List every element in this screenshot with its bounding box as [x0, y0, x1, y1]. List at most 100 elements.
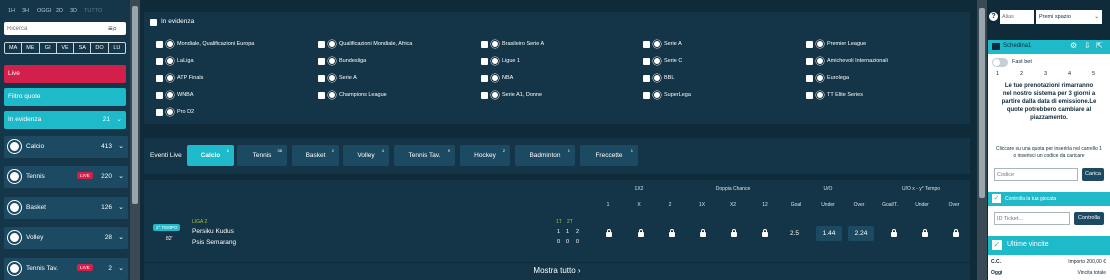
featured-item[interactable]: Qualificazioni Mondiale, Africa [318, 40, 412, 48]
featured-item-checkbox[interactable] [806, 74, 813, 82]
featured-item-checkbox[interactable] [481, 91, 488, 99]
filter-tutto[interactable]: TUTTO [84, 8, 102, 14]
soccer-ball-icon [8, 140, 21, 153]
featured-item-checkbox[interactable] [318, 57, 325, 65]
help-icon[interactable]: ? [989, 12, 998, 21]
featured-item-checkbox[interactable] [481, 40, 488, 48]
filter-3d[interactable]: 3D [70, 8, 77, 14]
featured-checkbox[interactable] [150, 19, 157, 26]
featured-item[interactable]: LaLiga [156, 57, 194, 65]
featured-item-checkbox[interactable] [806, 57, 813, 65]
sport-item-tennis[interactable]: Tennis LIVE 220 ⌄ [4, 166, 128, 188]
tab-freccette[interactable]: Freccette 1 [580, 145, 638, 166]
pin-icon[interactable]: ⇩ [1084, 41, 1091, 50]
featured-item[interactable]: SuperLega [643, 91, 691, 99]
featured-item[interactable]: Premier League [806, 40, 866, 48]
alias-input[interactable] [1000, 10, 1034, 24]
featured-item[interactable]: Eurolega [806, 74, 849, 82]
gear-icon[interactable]: ⚙ [1070, 41, 1077, 50]
live-button[interactable]: Live [4, 65, 126, 83]
featured-item[interactable]: NBA [481, 74, 513, 82]
day-do[interactable]: DO [91, 43, 109, 53]
featured-item[interactable]: Serie C [643, 57, 682, 65]
featured-item-checkbox[interactable] [318, 40, 325, 48]
codice-input[interactable] [994, 168, 1078, 181]
featured-item-checkbox[interactable] [806, 91, 813, 99]
featured-item[interactable]: Amichevoli Internazionali [806, 57, 888, 65]
featured-item-checkbox[interactable] [156, 108, 163, 116]
featured-item[interactable]: Serie A1, Donne [481, 91, 542, 99]
step-3[interactable]: 3 [1044, 71, 1047, 77]
sidebar-scrollbar[interactable] [130, 0, 140, 280]
featured-item-checkbox[interactable] [643, 40, 650, 48]
step-5[interactable]: 5 [1092, 71, 1095, 77]
filter-2d[interactable]: 2D [56, 8, 63, 14]
sport-item-calcio[interactable]: Calcio 413 ⌄ [4, 136, 128, 158]
day-sa[interactable]: SA [74, 43, 92, 53]
in-evidenza-button[interactable]: In evidenza 21 ⌄ [4, 111, 126, 129]
featured-item-checkbox[interactable] [156, 57, 163, 65]
day-ma[interactable]: MA [5, 43, 23, 53]
odd-over[interactable]: 2.24 [848, 226, 874, 241]
tab-tennis-tav[interactable]: Tennis Tav. 9 [394, 145, 455, 166]
featured-item[interactable]: TT Elite Series [806, 91, 863, 99]
featured-item-checkbox[interactable] [156, 91, 163, 99]
tab-badminton[interactable]: Badminton 1 [515, 145, 575, 166]
filtro-quote-button[interactable]: Filtro quote [4, 88, 126, 106]
featured-item[interactable]: ATP Finals [156, 74, 203, 82]
fast-bet-toggle[interactable] [992, 58, 1008, 67]
away-team[interactable]: Psis Semarang [192, 239, 236, 246]
featured-item[interactable]: Mondiale, Qualificazioni Europa [156, 40, 254, 48]
day-ve[interactable]: VE [57, 43, 75, 53]
step-4[interactable]: 4 [1068, 71, 1071, 77]
step-2[interactable]: 2 [1020, 71, 1023, 77]
search-icon[interactable]: ≡⌕ [108, 24, 122, 33]
sport-item-tennis-tav[interactable]: Tennis Tav. LIVE 2 ⌄ [4, 258, 128, 280]
featured-item-checkbox[interactable] [318, 74, 325, 82]
sport-item-basket[interactable]: Basket 126 ⌄ [4, 197, 128, 219]
featured-item-checkbox[interactable] [481, 57, 488, 65]
featured-item-checkbox[interactable] [643, 57, 650, 65]
expand-icon[interactable]: ⇱ [1096, 41, 1103, 50]
featured-item[interactable]: Brasileiro Serie A [481, 40, 544, 48]
featured-item-checkbox[interactable] [156, 40, 163, 48]
day-gi[interactable]: GI [40, 43, 57, 53]
search-input[interactable] [4, 22, 104, 35]
featured-item[interactable]: Pro D2 [156, 108, 194, 116]
odd-under[interactable]: 1.44 [816, 226, 842, 241]
tab-volley[interactable]: Volley 4 [343, 145, 389, 166]
ultime-vincite-body: C.C. Importo 200,00 € Oggi Vincita total… [988, 255, 1110, 280]
day-me[interactable]: ME [22, 43, 40, 53]
featured-item-checkbox[interactable] [318, 91, 325, 99]
tab-basket[interactable]: Basket 2 [292, 145, 339, 166]
ticket-id-input[interactable] [994, 212, 1070, 225]
carica-button[interactable]: Carica [1082, 168, 1104, 181]
premi-spazio-select[interactable]: Premi spazio ⌄ [1036, 10, 1102, 24]
mostra-tutto-button[interactable]: Mostra tutto › [144, 262, 970, 280]
filter-oggi[interactable]: OGGI [37, 8, 51, 14]
featured-item[interactable]: Champions League [318, 91, 387, 99]
tab-hockey[interactable]: Hockey 2 [460, 145, 510, 166]
featured-item-checkbox[interactable] [806, 40, 813, 48]
scrollbar-thumb[interactable] [132, 6, 138, 204]
day-lu[interactable]: LU [109, 43, 125, 53]
featured-item[interactable]: Bundesliga [318, 57, 366, 65]
tab-calcio[interactable]: Calcio 1 [187, 145, 234, 166]
featured-item-checkbox[interactable] [643, 74, 650, 82]
featured-item-checkbox[interactable] [643, 91, 650, 99]
featured-item-checkbox[interactable] [156, 74, 163, 82]
featured-item-checkbox[interactable] [481, 74, 488, 82]
step-1[interactable]: 1 [996, 71, 999, 77]
filter-3h[interactable]: 3H [22, 8, 29, 14]
featured-item[interactable]: Serie A [318, 74, 357, 82]
featured-item[interactable]: Ligue 1 [481, 57, 520, 65]
featured-item[interactable]: Serie A [643, 40, 682, 48]
featured-item[interactable]: BBL [643, 74, 674, 82]
tab-tennis[interactable]: Tennis 38 [237, 145, 287, 166]
filter-1h[interactable]: 1H [8, 8, 15, 14]
controlla-button[interactable]: Controlla [1074, 212, 1104, 225]
featured-item[interactable]: WNBA [156, 91, 194, 99]
booking-notice: Le tue prenotazioni rimarranno nel nostr… [1001, 83, 1097, 121]
home-team[interactable]: Persiku Kudus [192, 228, 234, 235]
sport-item-volley[interactable]: Volley 28 ⌄ [4, 227, 128, 249]
